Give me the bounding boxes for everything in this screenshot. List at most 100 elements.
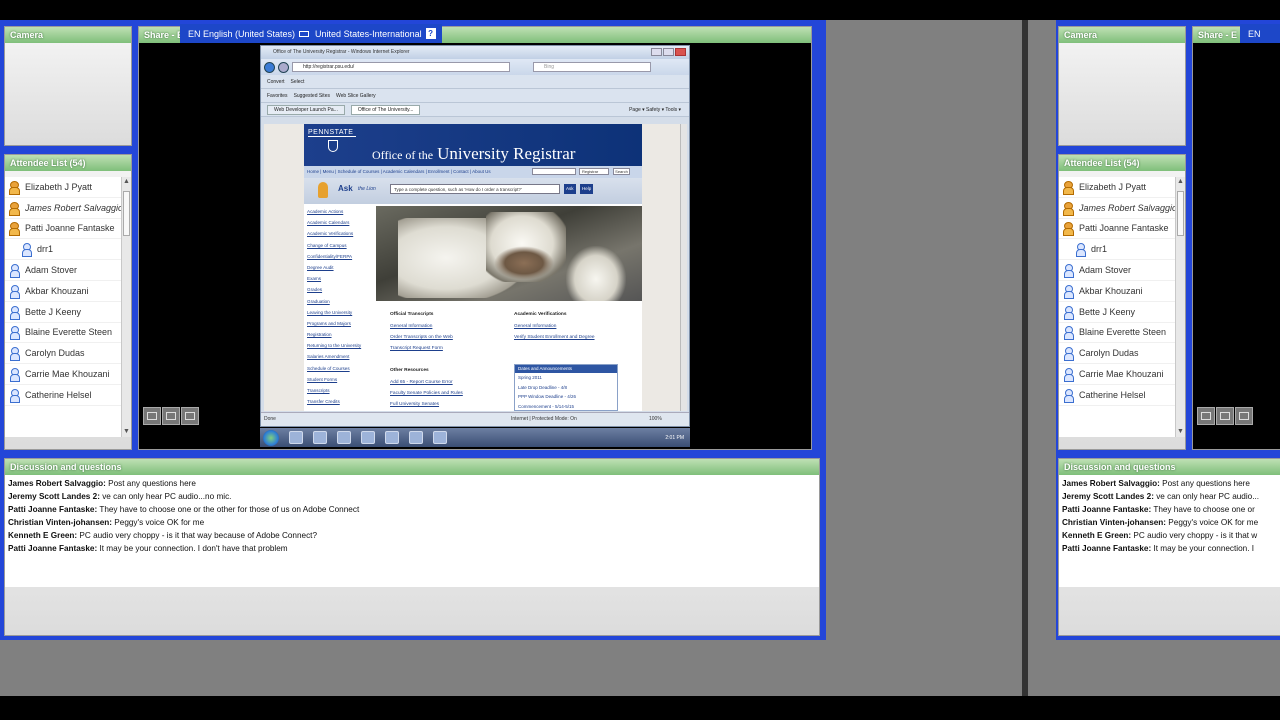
- fullscreen-icon: [185, 412, 195, 420]
- page-viewport: PENNSTATE Office of the University Regis…: [264, 124, 682, 411]
- attendee-item[interactable]: James Robert Salvaggio: [5, 198, 121, 219]
- minimize-icon: [147, 412, 157, 420]
- chat-text: Post any questions here: [1159, 479, 1250, 488]
- attendee-name: Bette J Keeny: [1079, 306, 1136, 317]
- registrar-page: PENNSTATE Office of the University Regis…: [304, 124, 642, 411]
- chat-text: PC audio very choppy - is it that w: [1131, 531, 1258, 541]
- attendee-item[interactable]: Catherine Helsel: [5, 385, 121, 406]
- attendee-name: Elizabeth J Pyatt: [25, 181, 93, 192]
- attendee-item[interactable]: Catherine Helsel: [1059, 385, 1175, 406]
- attendee-item[interactable]: Blaine Everette Steen: [1059, 323, 1175, 344]
- host-icon: [1063, 222, 1074, 237]
- shared-taskbar: 2:01 PM: [260, 428, 690, 447]
- attendee-item[interactable]: Akbar Khouzani: [1059, 281, 1175, 302]
- announcement-item: Late Drop Deadline - 4/8: [518, 384, 568, 390]
- attendee-name: Carrie Mae Khouzani: [1079, 369, 1164, 380]
- chat-messages[interactable]: James Robert Salvaggio: Post any questio…: [5, 475, 819, 587]
- scroll-down-icon[interactable]: ▼: [122, 427, 131, 437]
- favorites-link: Favorites: [267, 92, 288, 99]
- attendee-item[interactable]: Blaine Everette Steen: [5, 323, 121, 344]
- sidebar-link: Student Forms: [307, 376, 338, 382]
- scroll-thumb-mirror[interactable]: [1177, 191, 1184, 236]
- camera-pod: Camera: [4, 26, 132, 146]
- attendee-name: James Robert Salvaggio: [1079, 202, 1175, 213]
- attendee-item[interactable]: drr1: [5, 239, 121, 261]
- participant-icon: [9, 347, 20, 362]
- attendee-item[interactable]: Carolyn Dudas: [5, 343, 121, 365]
- attendee-item[interactable]: Carrie Mae Khouzani: [1059, 364, 1175, 385]
- site-search-field: [532, 168, 576, 175]
- attendee-item[interactable]: Bette J Keeny: [5, 302, 121, 323]
- attendee-list[interactable]: Elizabeth J Pyatt James Robert Salvaggio P…: [5, 177, 121, 437]
- input-language-mirror[interactable]: EN: [1248, 29, 1261, 39]
- attendee-item[interactable]: Carolyn Dudas: [1059, 343, 1175, 365]
- scroll-down-icon[interactable]: ▼: [1176, 427, 1185, 437]
- column-link: Faculty Senate Policies and Rules: [390, 391, 463, 396]
- scroll-up-icon[interactable]: ▲: [122, 177, 131, 187]
- language-bar-mirror[interactable]: EN: [1240, 24, 1280, 43]
- attendee-scrollbar-mirror[interactable]: ▲ ▼: [1175, 177, 1185, 437]
- attendee-item[interactable]: Patti Joanne Fantaske: [1059, 219, 1175, 240]
- screen: Camera Attendee List (54) Elizabeth J Py…: [0, 0, 1280, 720]
- attendee-name: Akbar Khouzani: [25, 285, 89, 296]
- participant-icon: [21, 243, 32, 258]
- input-language[interactable]: EN English (United States): [188, 29, 295, 39]
- chat-text: It may be your connection. I: [1151, 544, 1255, 554]
- sidebar-link: Salaries Amendment: [307, 354, 350, 360]
- attendee-item[interactable]: Patti Joanne Fantaske: [5, 219, 121, 240]
- attendee-item[interactable]: Elizabeth J Pyatt: [1059, 177, 1175, 198]
- chat-messages-mirror[interactable]: James Robert Salvaggio: Post any questio…: [1059, 475, 1280, 587]
- browser-titlebar: Office of The University Registrar - Win…: [261, 46, 689, 59]
- column-heading: Other Resources: [390, 368, 429, 373]
- scroll-up-icon[interactable]: ▲: [1176, 177, 1185, 187]
- fit-view-button-mirror[interactable]: [1216, 407, 1234, 425]
- keyboard-layout[interactable]: United States-International: [315, 29, 422, 39]
- language-bar[interactable]: EN English (United States) United States…: [180, 24, 442, 43]
- attendee-scrollbar[interactable]: ▲ ▼: [121, 177, 131, 437]
- participant-icon: [1063, 347, 1074, 362]
- chat-author: Patti Joanne Fantaske:: [8, 505, 98, 515]
- lion-statue-tail: [566, 246, 626, 301]
- attendee-list-mirror[interactable]: Elizabeth J Pyatt James Robert Salvaggio P…: [1059, 177, 1175, 437]
- full-screen-button[interactable]: [181, 407, 199, 425]
- attendee-item[interactable]: James Robert Salvaggio: [1059, 198, 1175, 219]
- attendee-item[interactable]: Akbar Khouzani: [5, 281, 121, 302]
- lion-mascot-icon: [318, 182, 328, 198]
- sidebar-link: Registration: [307, 332, 332, 338]
- pennstate-shield-icon: [328, 140, 338, 152]
- nittany-lion-photo: [376, 206, 642, 301]
- minimize-pod-button-mirror[interactable]: [1197, 407, 1215, 425]
- column-link: Verify Student Enrollment and Degree: [514, 335, 595, 340]
- chat-author: Patti Joanne Fantaske:: [1062, 544, 1152, 554]
- attendee-name: Carolyn Dudas: [1079, 348, 1139, 359]
- minimize-pod-button[interactable]: [143, 407, 161, 425]
- help-icon[interactable]: ?: [425, 28, 436, 39]
- column-heading: Official Transcripts: [390, 312, 434, 317]
- chat-text: Peggy's voice OK for me: [112, 518, 205, 528]
- right-bottom-strip: [1028, 640, 1280, 696]
- convert-button: Convert: [267, 78, 285, 85]
- attendee-pod-title: Attendee List (54): [5, 155, 131, 171]
- address-row: http://registrar.psu.edu/ Bing: [261, 59, 689, 75]
- right-connect-view: Camera Attendee List (54) Elizabeth J Py…: [1028, 20, 1280, 662]
- chat-author: James Robert Salvaggio:: [8, 479, 106, 488]
- attendee-item[interactable]: Elizabeth J Pyatt: [5, 177, 121, 198]
- attendee-item[interactable]: Adam Stover: [5, 260, 121, 281]
- chat-author: Christian Vinten-johansen:: [1062, 518, 1167, 528]
- attendee-item[interactable]: Carrie Mae Khouzani: [5, 364, 121, 385]
- attendee-item[interactable]: drr1: [1059, 239, 1175, 261]
- status-text: Done: [264, 416, 276, 422]
- attendee-name: Akbar Khouzani: [1079, 285, 1143, 296]
- sidebar-link: Academic Calendars: [307, 220, 350, 226]
- chat-message: Christian Vinten-johansen: Peggy's voice…: [8, 516, 816, 529]
- attendee-item[interactable]: Adam Stover: [1059, 260, 1175, 281]
- chat-message: Kenneth E Green: PC audio very choppy - …: [8, 529, 816, 542]
- attendee-item[interactable]: Bette J Keeny: [1059, 302, 1175, 323]
- fit-view-button[interactable]: [162, 407, 180, 425]
- minimize-window-icon: [651, 48, 662, 56]
- attendee-pod-mirror: Attendee List (54) Elizabeth J Pyatt Jame…: [1058, 154, 1186, 450]
- scroll-thumb[interactable]: [123, 191, 130, 236]
- full-screen-button-mirror[interactable]: [1235, 407, 1253, 425]
- host-icon: [1063, 201, 1074, 216]
- chat-author: James Robert Salvaggio:: [1062, 479, 1160, 488]
